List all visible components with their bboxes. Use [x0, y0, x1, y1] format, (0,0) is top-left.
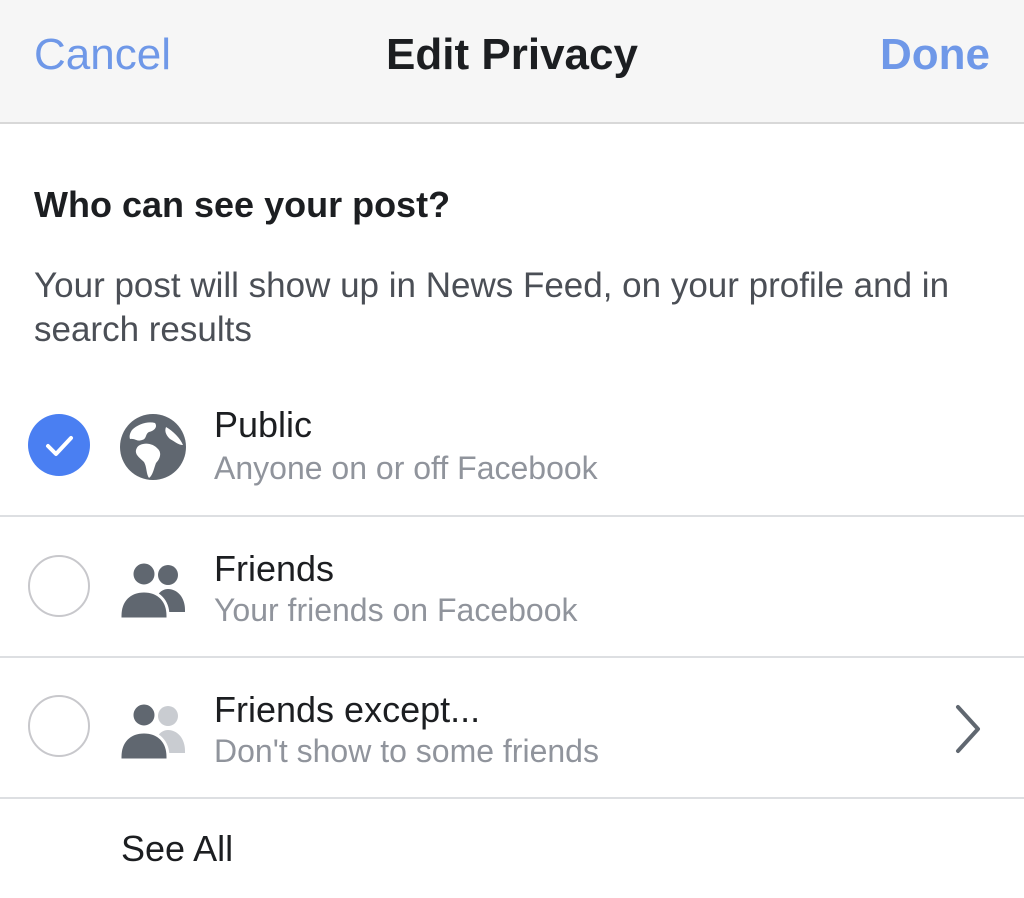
- option-sublabel: Your friends on Facebook: [214, 592, 578, 628]
- checkmark-icon: [46, 436, 73, 456]
- section-heading: Who can see your post?: [34, 184, 451, 225]
- divider: [0, 656, 1024, 658]
- chevron-right-icon[interactable]: [948, 699, 988, 759]
- privacy-option-friends[interactable]: Friends Your friends on Facebook: [0, 518, 1024, 658]
- radio-unchecked[interactable]: [28, 695, 90, 757]
- radio-unchecked[interactable]: [28, 555, 90, 617]
- option-sublabel: Anyone on or off Facebook: [214, 450, 598, 486]
- section-description: Your post will show up in News Feed, on …: [34, 266, 950, 349]
- option-label: Friends except...: [214, 689, 481, 730]
- divider: [0, 797, 1024, 799]
- friends-icon: [118, 554, 188, 624]
- option-sublabel: Don't show to some friends: [214, 733, 599, 769]
- see-all-button[interactable]: See All: [121, 828, 233, 870]
- cancel-button[interactable]: Cancel: [34, 30, 171, 80]
- option-label: Public: [214, 404, 313, 445]
- radio-checked[interactable]: [28, 414, 90, 476]
- privacy-option-public[interactable]: Public Anyone on or off Facebook: [0, 376, 1024, 516]
- edit-privacy-screen: Cancel Edit Privacy Done Who can see you…: [0, 0, 1024, 898]
- navigation-bar: Cancel Edit Privacy Done: [0, 0, 1024, 124]
- divider: [0, 515, 1024, 517]
- privacy-option-friends-except[interactable]: Friends except... Don't show to some fri…: [0, 659, 1024, 799]
- option-label: Friends: [214, 548, 335, 589]
- friends-except-icon: [118, 695, 188, 765]
- globe-icon: [118, 412, 188, 482]
- done-button[interactable]: Done: [880, 30, 990, 80]
